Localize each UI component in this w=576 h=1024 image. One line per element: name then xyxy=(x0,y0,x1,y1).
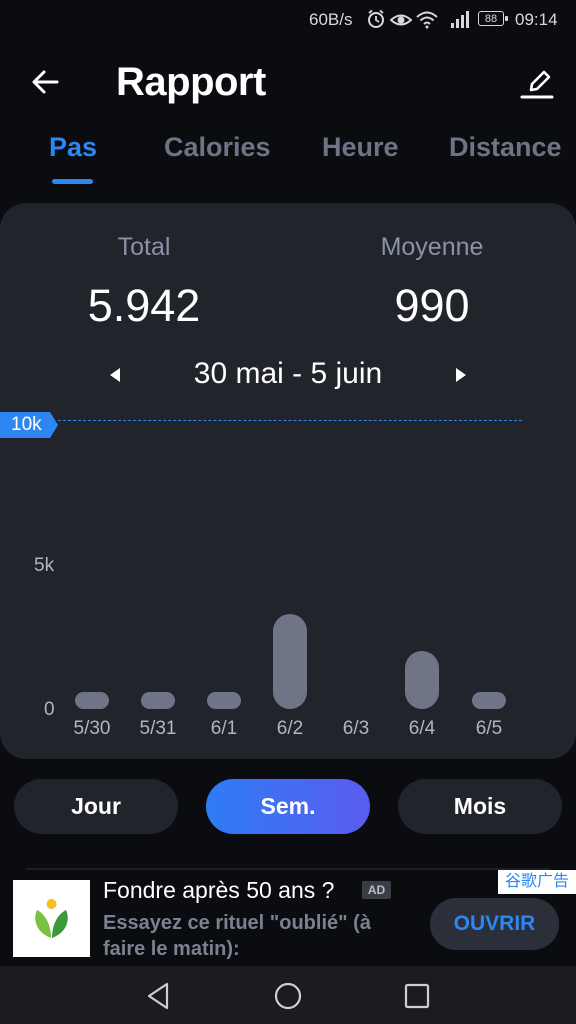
nav-home-button[interactable] xyxy=(272,980,304,1012)
tab-calories[interactable]: Calories xyxy=(164,132,271,163)
network-speed: 60B/s xyxy=(309,10,353,29)
nav-recents-button[interactable] xyxy=(401,980,433,1012)
caret-left-icon xyxy=(110,368,120,382)
clock: 09:14 xyxy=(515,10,558,29)
period-month-button[interactable]: Mois xyxy=(398,779,562,834)
back-arrow-icon xyxy=(32,70,59,94)
ad-open-button[interactable]: OUVRIR xyxy=(430,898,559,950)
signal-icon xyxy=(451,11,469,28)
x-tick-label: 6/5 xyxy=(475,718,503,739)
caret-right-icon xyxy=(456,368,466,382)
y-tick-5k: 5k xyxy=(34,555,55,576)
y-tick-0: 0 xyxy=(44,699,55,720)
x-tick-label: 6/4 xyxy=(408,718,436,739)
wifi-icon xyxy=(416,11,438,29)
nav-back-button[interactable] xyxy=(143,980,175,1012)
x-tick-label: 5/31 xyxy=(139,718,177,739)
navigation-bar xyxy=(0,966,576,1024)
x-tick-label: 5/30 xyxy=(73,718,111,739)
goal-label: 10k xyxy=(11,414,42,435)
nav-recents-icon xyxy=(404,983,430,1009)
bar-6-4[interactable] xyxy=(405,651,439,709)
edit-pencil-icon xyxy=(520,70,554,99)
bar-5-31[interactable] xyxy=(141,692,175,709)
nav-home-icon xyxy=(274,982,302,1010)
x-tick-label: 6/3 xyxy=(342,718,370,739)
previous-week-button[interactable] xyxy=(102,362,128,388)
back-button[interactable] xyxy=(26,62,66,102)
ad-divider xyxy=(26,868,550,870)
bar-5-30[interactable] xyxy=(75,692,109,709)
eye-icon xyxy=(390,14,412,26)
ad-title[interactable]: Fondre après 50 ans ? xyxy=(103,877,334,904)
page-title: Rapport xyxy=(116,60,266,104)
bar-6-2[interactable] xyxy=(273,613,307,709)
tab-heure[interactable]: Heure xyxy=(322,132,399,163)
edit-button[interactable] xyxy=(518,64,558,104)
date-range: 30 mai - 5 juin xyxy=(193,357,383,390)
total-label: Total xyxy=(117,233,171,261)
period-week-button[interactable]: Sem. xyxy=(206,779,370,834)
ad-description[interactable]: Essayez ce rituel "oublié" (à faire le m… xyxy=(103,910,403,962)
nav-back-icon xyxy=(147,982,169,1010)
ad-badge: AD xyxy=(362,881,391,899)
alarm-icon xyxy=(368,9,384,28)
bar-6-5[interactable] xyxy=(472,692,506,709)
bar-6-1[interactable] xyxy=(207,692,241,709)
goal-line xyxy=(58,420,522,421)
ad-network-label[interactable]: 谷歌广告 xyxy=(498,870,576,894)
x-tick-label: 6/1 xyxy=(210,718,238,739)
total-value: 5.942 xyxy=(87,280,201,331)
status-bar: 60B/s 88 09:14 xyxy=(0,0,576,40)
battery-icon: 88 xyxy=(478,11,508,26)
ad-logo[interactable] xyxy=(13,880,90,957)
next-week-button[interactable] xyxy=(448,362,474,388)
tab-pas[interactable]: Pas xyxy=(49,132,97,163)
x-tick-label: 6/2 xyxy=(276,718,304,739)
average-value: 990 xyxy=(394,280,470,331)
period-day-button[interactable]: Jour xyxy=(14,779,178,834)
goal-badge: 10k xyxy=(0,412,58,438)
leaf-logo-icon xyxy=(35,899,68,938)
average-label: Moyenne xyxy=(380,233,484,261)
active-tab-indicator xyxy=(52,179,93,184)
tab-distance[interactable]: Distance xyxy=(449,132,562,163)
